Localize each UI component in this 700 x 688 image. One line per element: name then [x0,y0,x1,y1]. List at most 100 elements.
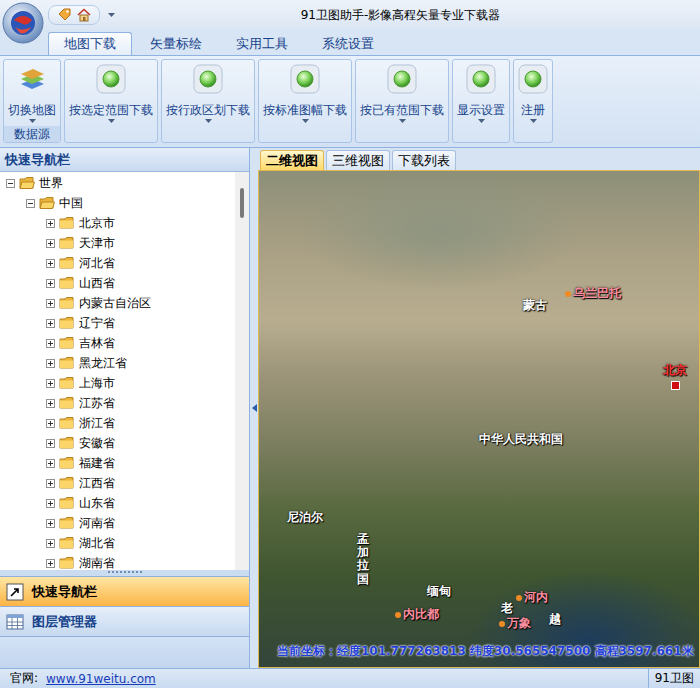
website-link[interactable]: www.91weitu.com [46,672,156,686]
download-icon [387,64,417,94]
tag-icon[interactable] [57,8,71,22]
home-icon[interactable] [77,8,91,22]
ribbon-tab[interactable]: 系统设置 [306,32,390,55]
app-logo[interactable] [2,2,44,44]
ribbon-button[interactable]: 按行政区划下载 [162,60,254,142]
view-splitter[interactable] [250,148,258,668]
tree-item[interactable]: 山西省 [0,273,235,293]
tree-expander[interactable] [46,519,55,528]
view-tab[interactable]: 二维视图 [260,150,324,170]
map-label: 中华人民共和国 [479,431,563,448]
tree-expander[interactable] [46,319,55,328]
map-layers-icon [17,64,47,94]
view-tab[interactable]: 三维视图 [326,150,390,170]
ribbon-tab[interactable]: 矢量标绘 [134,32,218,55]
ribbon-button[interactable]: 注册 [514,60,552,142]
tree-expander[interactable] [46,559,55,568]
plus-icon [48,561,53,566]
scroll-thumb[interactable] [240,188,244,218]
tree-expander[interactable] [46,459,55,468]
tree-expander[interactable] [46,279,55,288]
tree-expander[interactable] [46,439,55,448]
plus-icon [48,301,53,306]
tree-item[interactable]: 江苏省 [0,393,235,413]
ribbon-tab[interactable]: 实用工具 [220,32,304,55]
tree-item[interactable]: 安徽省 [0,433,235,453]
folder-icon [59,476,75,490]
panel-section-button[interactable]: 图层管理器 [0,606,249,636]
tree-item[interactable]: 中国 [0,193,235,213]
satellite-map[interactable]: 蒙古乌兰巴托北京中华人民共和国尼泊尔孟加拉国缅甸内比都河内老万象越当前坐标：经度… [258,170,700,668]
ribbon-button[interactable]: 按已有范围下载 [356,60,448,142]
tree-item[interactable]: 浙江省 [0,413,235,433]
open-folder-icon [19,176,35,190]
ribbon-button[interactable]: 按标准图幅下载 [259,60,351,142]
folder-icon [59,496,75,510]
tree-item[interactable]: 河北省 [0,253,235,273]
map-label: 越 [549,611,561,628]
tree-item[interactable]: 天津市 [0,233,235,253]
tree-expander[interactable] [26,199,35,208]
tree-expander[interactable] [46,299,55,308]
tree-expander[interactable] [46,239,55,248]
tree-item[interactable]: 山东省 [0,493,235,513]
tree-item[interactable]: 福建省 [0,453,235,473]
tree-item[interactable]: 湖南省 [0,553,235,570]
quick-access-menu[interactable] [108,13,115,17]
tree-item[interactable]: 湖北省 [0,533,235,553]
tree-expander[interactable] [6,179,15,188]
city-dot-icon [516,595,522,601]
map-label: 河内 [516,589,548,606]
tree-expander[interactable] [46,419,55,428]
view-tabs: 二维视图三维视图下载列表 [258,148,700,170]
tree-item[interactable]: 江西省 [0,473,235,493]
quick-access-toolbar [48,5,100,25]
tree-expander[interactable] [46,379,55,388]
map-label: 老 [501,600,513,617]
folder-icon [59,456,75,470]
ribbon-button[interactable]: 显示设置 [453,60,509,142]
plus-icon [48,381,53,386]
tree-item[interactable]: 辽宁省 [0,313,235,333]
title-bar: 91卫图助手-影像高程矢量专业下载器 [0,0,700,30]
tree-item[interactable]: 内蒙古自治区 [0,293,235,313]
open-folder-icon [39,196,55,210]
map-label: 孟加拉国 [357,533,369,586]
tree-item[interactable]: 吉林省 [0,333,235,353]
plus-icon [48,441,53,446]
collapse-panel-icon[interactable] [252,404,257,412]
dropdown-icon [108,119,115,123]
tree-expander[interactable] [46,539,55,548]
tree-expander[interactable] [46,359,55,368]
tree-expander[interactable] [46,399,55,408]
plus-icon [48,241,53,246]
ribbon-tab[interactable]: 地图下载 [48,32,132,55]
tree-expander[interactable] [46,499,55,508]
tree-expander[interactable] [46,479,55,488]
ribbon-group: 注册 [513,59,553,143]
capital-marker-icon [671,381,680,390]
scrollbar[interactable] [235,172,249,570]
ribbon: 切换地图数据源按选定范围下载按行政区划下载按标准图幅下载按已有范围下载显示设置注… [0,55,700,148]
ribbon-group: 按已有范围下载 [355,59,449,143]
tree-item[interactable]: 黑龙江省 [0,353,235,373]
folder-icon [59,556,75,570]
panel-section-button[interactable]: 快速导航栏 [0,576,249,606]
tree-item[interactable]: 世界 [0,173,235,193]
switch-map-button[interactable]: 切换地图 [4,60,60,126]
map-label: 北京 [663,362,687,390]
tree-expander[interactable] [46,219,55,228]
tree-expander[interactable] [46,259,55,268]
navigation-panel: 快速导航栏 世界中国北京市天津市河北省山西省内蒙古自治区辽宁省吉林省黑龙江省上海市… [0,148,250,668]
folder-icon [59,216,75,230]
download-icon [518,64,548,94]
tree-item[interactable]: 河南省 [0,513,235,533]
download-icon [193,64,223,94]
app-logo-icon[interactable] [2,2,44,44]
folder-icon [59,376,75,390]
tree-item[interactable]: 北京市 [0,213,235,233]
tree-item[interactable]: 上海市 [0,373,235,393]
tree-expander[interactable] [46,339,55,348]
view-tab[interactable]: 下载列表 [392,150,456,170]
ribbon-button[interactable]: 按选定范围下载 [65,60,157,142]
